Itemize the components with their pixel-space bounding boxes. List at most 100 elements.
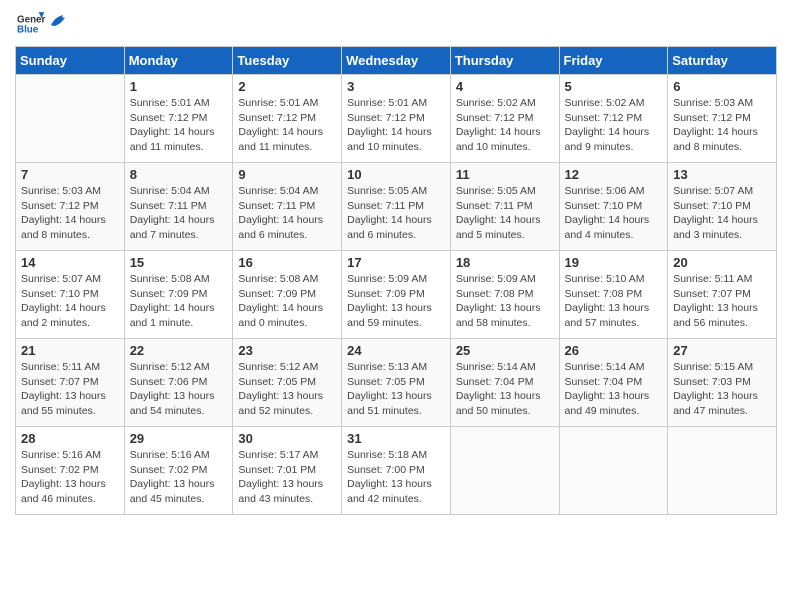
day-number: 19 — [565, 255, 663, 270]
calendar-week-row: 14 Sunrise: 5:07 AMSunset: 7:10 PMDaylig… — [16, 251, 777, 339]
day-detail: Sunrise: 5:02 AMSunset: 7:12 PMDaylight:… — [565, 96, 663, 155]
svg-text:Blue: Blue — [17, 24, 39, 35]
day-number: 20 — [673, 255, 771, 270]
day-number: 1 — [130, 79, 228, 94]
day-detail: Sunrise: 5:05 AMSunset: 7:11 PMDaylight:… — [347, 184, 445, 243]
calendar-cell — [559, 427, 668, 515]
day-number: 18 — [456, 255, 554, 270]
day-number: 12 — [565, 167, 663, 182]
day-detail: Sunrise: 5:12 AMSunset: 7:06 PMDaylight:… — [130, 360, 228, 419]
day-detail: Sunrise: 5:08 AMSunset: 7:09 PMDaylight:… — [238, 272, 336, 331]
day-detail: Sunrise: 5:11 AMSunset: 7:07 PMDaylight:… — [21, 360, 119, 419]
day-header-sunday: Sunday — [16, 47, 125, 75]
day-detail: Sunrise: 5:12 AMSunset: 7:05 PMDaylight:… — [238, 360, 336, 419]
calendar-cell: 17 Sunrise: 5:09 AMSunset: 7:09 PMDaylig… — [342, 251, 451, 339]
calendar-week-row: 7 Sunrise: 5:03 AMSunset: 7:12 PMDayligh… — [16, 163, 777, 251]
day-detail: Sunrise: 5:14 AMSunset: 7:04 PMDaylight:… — [456, 360, 554, 419]
day-header-saturday: Saturday — [668, 47, 777, 75]
day-detail: Sunrise: 5:18 AMSunset: 7:00 PMDaylight:… — [347, 448, 445, 507]
day-number: 16 — [238, 255, 336, 270]
logo: General Blue — [15, 10, 69, 38]
day-detail: Sunrise: 5:07 AMSunset: 7:10 PMDaylight:… — [21, 272, 119, 331]
calendar-week-row: 21 Sunrise: 5:11 AMSunset: 7:07 PMDaylig… — [16, 339, 777, 427]
day-detail: Sunrise: 5:04 AMSunset: 7:11 PMDaylight:… — [130, 184, 228, 243]
day-detail: Sunrise: 5:14 AMSunset: 7:04 PMDaylight:… — [565, 360, 663, 419]
calendar-cell: 9 Sunrise: 5:04 AMSunset: 7:11 PMDayligh… — [233, 163, 342, 251]
day-header-tuesday: Tuesday — [233, 47, 342, 75]
day-header-thursday: Thursday — [450, 47, 559, 75]
calendar-table: SundayMondayTuesdayWednesdayThursdayFrid… — [15, 46, 777, 515]
calendar-cell: 27 Sunrise: 5:15 AMSunset: 7:03 PMDaylig… — [668, 339, 777, 427]
calendar-cell: 26 Sunrise: 5:14 AMSunset: 7:04 PMDaylig… — [559, 339, 668, 427]
day-detail: Sunrise: 5:03 AMSunset: 7:12 PMDaylight:… — [673, 96, 771, 155]
day-number: 22 — [130, 343, 228, 358]
calendar-cell: 19 Sunrise: 5:10 AMSunset: 7:08 PMDaylig… — [559, 251, 668, 339]
day-detail: Sunrise: 5:02 AMSunset: 7:12 PMDaylight:… — [456, 96, 554, 155]
calendar-cell: 1 Sunrise: 5:01 AMSunset: 7:12 PMDayligh… — [124, 75, 233, 163]
day-number: 25 — [456, 343, 554, 358]
calendar-cell: 14 Sunrise: 5:07 AMSunset: 7:10 PMDaylig… — [16, 251, 125, 339]
calendar-cell: 28 Sunrise: 5:16 AMSunset: 7:02 PMDaylig… — [16, 427, 125, 515]
calendar-cell: 12 Sunrise: 5:06 AMSunset: 7:10 PMDaylig… — [559, 163, 668, 251]
day-detail: Sunrise: 5:10 AMSunset: 7:08 PMDaylight:… — [565, 272, 663, 331]
day-number: 15 — [130, 255, 228, 270]
calendar-week-row: 28 Sunrise: 5:16 AMSunset: 7:02 PMDaylig… — [16, 427, 777, 515]
day-detail: Sunrise: 5:01 AMSunset: 7:12 PMDaylight:… — [347, 96, 445, 155]
calendar-cell: 15 Sunrise: 5:08 AMSunset: 7:09 PMDaylig… — [124, 251, 233, 339]
day-number: 8 — [130, 167, 228, 182]
day-detail: Sunrise: 5:16 AMSunset: 7:02 PMDaylight:… — [130, 448, 228, 507]
calendar-cell: 22 Sunrise: 5:12 AMSunset: 7:06 PMDaylig… — [124, 339, 233, 427]
calendar-cell: 8 Sunrise: 5:04 AMSunset: 7:11 PMDayligh… — [124, 163, 233, 251]
day-number: 31 — [347, 431, 445, 446]
day-number: 5 — [565, 79, 663, 94]
day-number: 13 — [673, 167, 771, 182]
day-detail: Sunrise: 5:08 AMSunset: 7:09 PMDaylight:… — [130, 272, 228, 331]
calendar-cell: 20 Sunrise: 5:11 AMSunset: 7:07 PMDaylig… — [668, 251, 777, 339]
day-detail: Sunrise: 5:01 AMSunset: 7:12 PMDaylight:… — [130, 96, 228, 155]
day-detail: Sunrise: 5:06 AMSunset: 7:10 PMDaylight:… — [565, 184, 663, 243]
day-number: 6 — [673, 79, 771, 94]
calendar-cell: 3 Sunrise: 5:01 AMSunset: 7:12 PMDayligh… — [342, 75, 451, 163]
day-detail: Sunrise: 5:07 AMSunset: 7:10 PMDaylight:… — [673, 184, 771, 243]
day-detail: Sunrise: 5:13 AMSunset: 7:05 PMDaylight:… — [347, 360, 445, 419]
calendar-cell — [668, 427, 777, 515]
calendar-cell: 24 Sunrise: 5:13 AMSunset: 7:05 PMDaylig… — [342, 339, 451, 427]
day-number: 28 — [21, 431, 119, 446]
day-detail: Sunrise: 5:09 AMSunset: 7:09 PMDaylight:… — [347, 272, 445, 331]
calendar-cell: 23 Sunrise: 5:12 AMSunset: 7:05 PMDaylig… — [233, 339, 342, 427]
calendar-cell: 25 Sunrise: 5:14 AMSunset: 7:04 PMDaylig… — [450, 339, 559, 427]
calendar-cell: 29 Sunrise: 5:16 AMSunset: 7:02 PMDaylig… — [124, 427, 233, 515]
day-number: 17 — [347, 255, 445, 270]
day-detail: Sunrise: 5:16 AMSunset: 7:02 PMDaylight:… — [21, 448, 119, 507]
day-detail: Sunrise: 5:15 AMSunset: 7:03 PMDaylight:… — [673, 360, 771, 419]
day-number: 27 — [673, 343, 771, 358]
calendar-cell: 10 Sunrise: 5:05 AMSunset: 7:11 PMDaylig… — [342, 163, 451, 251]
day-number: 10 — [347, 167, 445, 182]
calendar-cell: 16 Sunrise: 5:08 AMSunset: 7:09 PMDaylig… — [233, 251, 342, 339]
day-number: 14 — [21, 255, 119, 270]
calendar-header-row: SundayMondayTuesdayWednesdayThursdayFrid… — [16, 47, 777, 75]
calendar-cell — [16, 75, 125, 163]
day-number: 11 — [456, 167, 554, 182]
day-number: 30 — [238, 431, 336, 446]
day-number: 26 — [565, 343, 663, 358]
calendar-cell: 31 Sunrise: 5:18 AMSunset: 7:00 PMDaylig… — [342, 427, 451, 515]
day-detail: Sunrise: 5:11 AMSunset: 7:07 PMDaylight:… — [673, 272, 771, 331]
logo-bird-icon — [47, 9, 69, 31]
day-number: 7 — [21, 167, 119, 182]
day-header-wednesday: Wednesday — [342, 47, 451, 75]
day-number: 21 — [21, 343, 119, 358]
logo-icon: General Blue — [17, 10, 45, 38]
day-detail: Sunrise: 5:03 AMSunset: 7:12 PMDaylight:… — [21, 184, 119, 243]
calendar-week-row: 1 Sunrise: 5:01 AMSunset: 7:12 PMDayligh… — [16, 75, 777, 163]
calendar-cell: 5 Sunrise: 5:02 AMSunset: 7:12 PMDayligh… — [559, 75, 668, 163]
calendar-cell: 11 Sunrise: 5:05 AMSunset: 7:11 PMDaylig… — [450, 163, 559, 251]
day-number: 4 — [456, 79, 554, 94]
calendar-cell: 4 Sunrise: 5:02 AMSunset: 7:12 PMDayligh… — [450, 75, 559, 163]
day-detail: Sunrise: 5:01 AMSunset: 7:12 PMDaylight:… — [238, 96, 336, 155]
day-number: 24 — [347, 343, 445, 358]
day-number: 2 — [238, 79, 336, 94]
header: General Blue — [15, 10, 777, 38]
calendar-cell: 2 Sunrise: 5:01 AMSunset: 7:12 PMDayligh… — [233, 75, 342, 163]
day-number: 3 — [347, 79, 445, 94]
